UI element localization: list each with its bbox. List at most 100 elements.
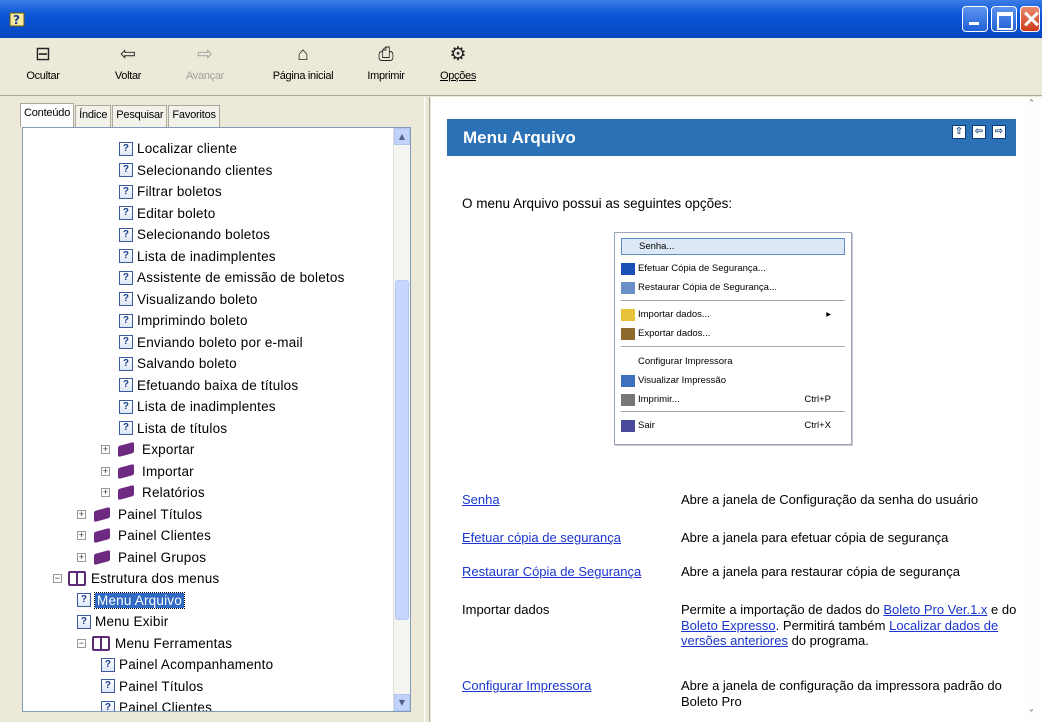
tree-node-label: Lista de títulos — [137, 420, 228, 436]
tree-node[interactable]: ? Salvando boleto — [23, 353, 393, 375]
menu-item: Exportar dados... — [621, 325, 845, 342]
back-label: Voltar — [114, 70, 142, 82]
menu-item-shortcut: Ctrl+P — [804, 394, 831, 405]
page-title: Menu Arquivo — [463, 128, 576, 147]
tree-node[interactable]: ? Lista de inadimplentes — [23, 246, 393, 268]
menu-item-label: Efetuar Cópia de Segurança... — [638, 263, 766, 274]
home-button[interactable]: ⌂ Página inicial — [262, 44, 344, 94]
up-arrow-icon[interactable]: ⇧ — [952, 125, 966, 139]
tab-favorites[interactable]: Favoritos — [168, 105, 220, 127]
tree-node[interactable]: ? Filtrar boletos — [23, 181, 393, 203]
tree-node[interactable]: ? Menu Exibir — [23, 611, 393, 633]
minimize-button[interactable] — [962, 6, 988, 32]
tree-node[interactable]: ? Selecionando clientes — [23, 160, 393, 182]
options-button[interactable]: ⚙ Opções — [436, 44, 480, 94]
tree-node[interactable]: ? Lista de inadimplentes — [23, 396, 393, 418]
description-link[interactable]: Boleto Expresso — [681, 618, 776, 633]
home-icon: ⌂ — [297, 44, 309, 65]
tab-contents[interactable]: Conteúdo — [20, 103, 75, 127]
pane-splitter[interactable] — [424, 97, 430, 722]
hide-button[interactable]: ⊟ Ocultar — [18, 44, 68, 94]
home-label: Página inicial — [272, 70, 334, 82]
menu-separator — [621, 346, 845, 347]
option-link[interactable]: Senha — [462, 492, 680, 507]
tree-node[interactable]: ? Imprimindo boleto — [23, 310, 393, 332]
menu-item-label: Restaurar Cópia de Segurança... — [638, 282, 777, 293]
option-link[interactable]: Efetuar cópia de segurança — [462, 530, 680, 545]
tree-node[interactable]: + Painel Grupos — [23, 547, 393, 569]
option-description: Abre a janela para efetuar cópia de segu… — [681, 530, 949, 545]
tree-node[interactable]: ? Painel Títulos — [23, 676, 393, 698]
scroll-up-icon[interactable]: ˄ — [1029, 99, 1034, 110]
scroll-down-button[interactable]: ▼ — [394, 694, 410, 711]
menu-item: Imprimir... Ctrl+P — [621, 391, 845, 408]
tree-node-label: Lista de inadimplentes — [137, 399, 276, 415]
help-topic-icon: ? — [119, 184, 133, 199]
menu-item-label: Exportar dados... — [638, 328, 711, 339]
tree-node-label: Painel Títulos — [118, 506, 203, 522]
expand-icon[interactable]: + — [101, 488, 110, 498]
tree-node[interactable]: ? Painel Clientes — [23, 697, 393, 711]
back-button[interactable]: ⇦ Voltar — [108, 44, 148, 94]
expand-icon[interactable]: + — [101, 445, 110, 455]
scroll-up-button[interactable]: ▲ — [394, 128, 410, 145]
hide-label: Ocultar — [26, 70, 60, 82]
tree-node-label: Efetuando baixa de títulos — [137, 377, 299, 393]
tree-node[interactable]: + Relatórios — [23, 482, 393, 504]
option-link[interactable]: Restaurar Cópia de Segurança — [462, 564, 680, 579]
menu-item: Configurar Impressora — [621, 353, 845, 370]
scroll-down-icon[interactable]: ˅ — [1029, 709, 1034, 720]
option-description: Permite a importação de dados do Boleto … — [681, 602, 1021, 649]
tree-node[interactable]: ? Lista de títulos — [23, 418, 393, 440]
tree-node[interactable]: ? Menu Arquivo — [23, 590, 393, 612]
collapse-icon[interactable]: − — [77, 638, 86, 648]
tree-node[interactable]: + Exportar — [23, 439, 393, 461]
tree-node[interactable]: ? Painel Acompanhamento — [23, 654, 393, 676]
title-bar: ? — [0, 0, 1042, 38]
option-link[interactable]: Configurar Impressora — [462, 678, 680, 693]
menu-item: Restaurar Cópia de Segurança... — [621, 279, 845, 296]
tree-node[interactable]: ? Assistente de emissão de boletos — [23, 267, 393, 289]
scroll-thumb[interactable] — [395, 280, 409, 620]
printer-icon: ⎙ — [378, 44, 394, 65]
tree-node[interactable]: − Estrutura dos menus — [23, 568, 393, 590]
tree-node[interactable]: + Painel Títulos — [23, 504, 393, 526]
tree-node-label: Selecionando clientes — [137, 162, 273, 178]
tree-node[interactable]: ? Enviando boleto por e-mail — [23, 332, 393, 354]
forward-arrow-icon: ⇨ — [197, 44, 213, 65]
collapse-icon[interactable]: − — [53, 574, 62, 584]
closed-book-icon — [116, 442, 136, 457]
topic-scrollbar[interactable]: ˄ ˅ — [1026, 97, 1042, 722]
tab-index[interactable]: Índice — [75, 105, 112, 127]
tree-scrollbar[interactable]: ▲ ▼ — [393, 128, 410, 711]
description-link[interactable]: Boleto Pro Ver.1.x — [883, 602, 987, 617]
menu-item: Sair Ctrl+X — [621, 417, 845, 434]
tree-node[interactable]: ? Efetuando baixa de títulos — [23, 375, 393, 397]
expand-icon[interactable]: + — [77, 552, 86, 562]
blank-icon — [621, 356, 635, 368]
print-button[interactable]: ⎙ Imprimir — [362, 44, 410, 94]
menu-item-label: Senha... — [639, 241, 675, 252]
tree-node[interactable]: ? Editar boleto — [23, 203, 393, 225]
options-icon: ⚙ — [449, 44, 467, 65]
next-arrow-icon[interactable]: ⇨ — [992, 125, 1006, 139]
tree-node[interactable]: − Menu Ferramentas — [23, 633, 393, 655]
file-menu-screenshot: Senha... Efetuar Cópia de Segurança... Res… — [614, 232, 852, 445]
close-button[interactable] — [1020, 6, 1040, 32]
tree-node[interactable]: ? Selecionando boletos — [23, 224, 393, 246]
tab-search[interactable]: Pesquisar — [112, 105, 168, 127]
expand-icon[interactable]: + — [77, 531, 86, 541]
tree-node[interactable]: ? Visualizando boleto — [23, 289, 393, 311]
contents-tree[interactable]: ? Localizar cliente? Selecionando clientes… — [22, 127, 411, 712]
maximize-button[interactable] — [991, 6, 1017, 32]
forward-button[interactable]: ⇨ Avançar — [182, 44, 228, 94]
tree-node[interactable]: ? Localizar cliente — [23, 138, 393, 160]
tree-node[interactable]: + Importar — [23, 461, 393, 483]
tree-node[interactable]: + Painel Clientes — [23, 525, 393, 547]
navigation-pane: Conteúdo Índice Pesquisar Favoritos ? Loc… — [0, 97, 424, 722]
expand-icon[interactable]: + — [101, 466, 110, 476]
tree-node-label: Exportar — [142, 442, 195, 458]
previous-arrow-icon[interactable]: ⇦ — [972, 125, 986, 139]
hide-pane-icon: ⊟ — [35, 44, 51, 65]
expand-icon[interactable]: + — [77, 509, 86, 519]
